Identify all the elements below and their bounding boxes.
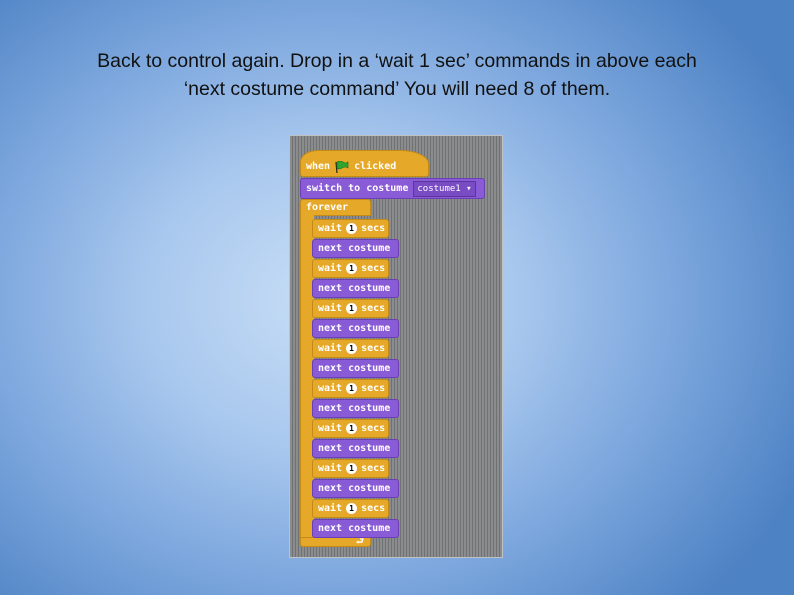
switch-label: switch to costume xyxy=(306,183,409,194)
secs-label: secs xyxy=(361,423,386,434)
forever-loop-arrow-icon: ⮐ xyxy=(300,537,371,547)
wait-secs-block[interactable]: wait 1 secs xyxy=(312,299,389,318)
next-costume-block[interactable]: next costume xyxy=(312,359,399,378)
next-costume-label: next costume xyxy=(318,283,391,294)
wait-seconds-input[interactable]: 1 xyxy=(346,343,358,354)
secs-label: secs xyxy=(361,223,386,234)
wait-label: wait xyxy=(318,263,343,274)
wait-secs-block[interactable]: wait 1 secs xyxy=(312,339,389,358)
wait-seconds-input[interactable]: 1 xyxy=(346,463,358,474)
green-flag-icon xyxy=(335,160,349,173)
next-costume-block[interactable]: next costume xyxy=(312,399,399,418)
wait-label: wait xyxy=(318,423,343,434)
wait-label: wait xyxy=(318,383,343,394)
wait-label: wait xyxy=(318,223,343,234)
wait-label: wait xyxy=(318,343,343,354)
wait-seconds-input[interactable]: 1 xyxy=(346,263,358,274)
caption-line-2: ‘next costume command’ You will need 8 o… xyxy=(183,78,611,100)
next-costume-label: next costume xyxy=(318,403,391,414)
next-costume-label: next costume xyxy=(318,443,391,454)
slide-caption: Back to control again. Drop in a ‘wait 1… xyxy=(0,47,794,103)
wait-label: wait xyxy=(318,303,343,314)
wait-secs-block[interactable]: wait 1 secs xyxy=(312,219,389,238)
wait-seconds-input[interactable]: 1 xyxy=(346,303,358,314)
next-costume-block[interactable]: next costume xyxy=(312,439,399,458)
wait-seconds-input[interactable]: 1 xyxy=(346,423,358,434)
caption-line-1: Back to control again. Drop in a ‘wait 1… xyxy=(97,50,697,72)
next-costume-block[interactable]: next costume xyxy=(312,279,399,298)
next-costume-label: next costume xyxy=(318,523,391,534)
next-costume-block[interactable]: next costume xyxy=(312,479,399,498)
wait-secs-block[interactable]: wait 1 secs xyxy=(312,419,389,438)
clicked-label: clicked xyxy=(354,161,397,172)
wait-seconds-input[interactable]: 1 xyxy=(346,503,358,514)
wait-secs-block[interactable]: wait 1 secs xyxy=(312,379,389,398)
wait-label: wait xyxy=(318,463,343,474)
forever-label: forever xyxy=(306,202,349,213)
secs-label: secs xyxy=(361,263,386,274)
forever-block[interactable]: forever xyxy=(300,199,371,216)
when-flag-clicked-block[interactable]: when clicked xyxy=(300,150,429,177)
wait-seconds-input[interactable]: 1 xyxy=(346,383,358,394)
secs-label: secs xyxy=(361,503,386,514)
scratch-scripts-area[interactable]: when clicked switch to costume costume1 … xyxy=(289,135,503,558)
next-costume-label: next costume xyxy=(318,363,391,374)
next-costume-label: next costume xyxy=(318,323,391,334)
when-label: when xyxy=(306,161,331,172)
next-costume-block[interactable]: next costume xyxy=(312,519,399,538)
secs-label: secs xyxy=(361,463,386,474)
wait-seconds-input[interactable]: 1 xyxy=(346,223,358,234)
wait-secs-block[interactable]: wait 1 secs xyxy=(312,459,389,478)
secs-label: secs xyxy=(361,383,386,394)
secs-label: secs xyxy=(361,303,386,314)
wait-secs-block[interactable]: wait 1 secs xyxy=(312,259,389,278)
next-costume-block[interactable]: next costume xyxy=(312,319,399,338)
costume-value: costume1 xyxy=(417,183,461,194)
switch-to-costume-block[interactable]: switch to costume costume1 ▾ xyxy=(300,178,485,199)
next-costume-block[interactable]: next costume xyxy=(312,239,399,258)
wait-secs-block[interactable]: wait 1 secs xyxy=(312,499,389,518)
next-costume-label: next costume xyxy=(318,243,391,254)
secs-label: secs xyxy=(361,343,386,354)
wait-label: wait xyxy=(318,503,343,514)
costume-dropdown[interactable]: costume1 ▾ xyxy=(413,180,476,197)
next-costume-label: next costume xyxy=(318,483,391,494)
